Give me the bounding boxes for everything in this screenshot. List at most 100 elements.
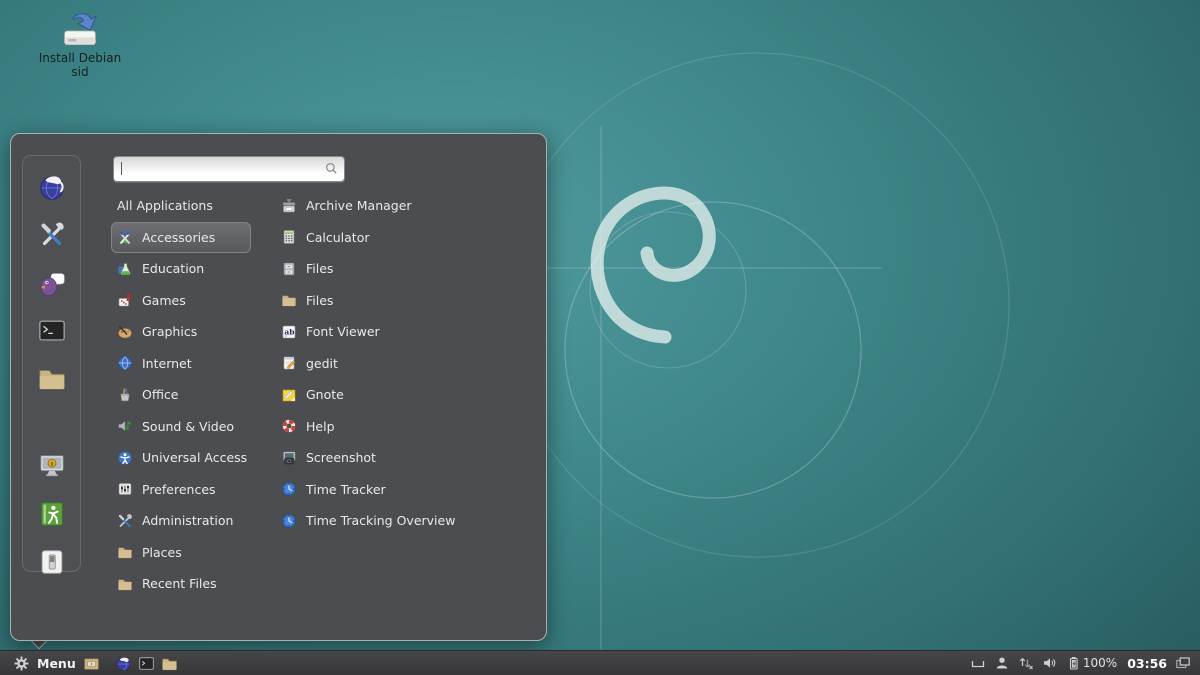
preferences-icon xyxy=(117,481,133,497)
battery-applet[interactable]: 100% xyxy=(1066,655,1117,671)
app-label: Calculator xyxy=(306,230,369,245)
golden-spiral-arc xyxy=(590,212,746,368)
category-label: Internet xyxy=(142,356,192,371)
window-list-icon[interactable] xyxy=(1175,655,1191,671)
app-label: Time Tracking Overview xyxy=(306,513,455,528)
category-internet[interactable]: Internet xyxy=(111,348,251,380)
desktop-shortcut-install[interactable]: Install Debian sid xyxy=(32,10,128,79)
app-label: Font Viewer xyxy=(306,324,380,339)
volume-icon[interactable] xyxy=(1042,655,1058,671)
category-label: Graphics xyxy=(142,324,197,339)
graphics-icon xyxy=(117,324,133,340)
desktop: Install Debian sid xyxy=(0,0,1200,675)
sidebar-lock-screen-button[interactable] xyxy=(37,451,67,481)
category-list: All Applications Accessories xyxy=(111,190,251,600)
category-graphics[interactable]: Graphics xyxy=(111,316,251,348)
accessories-icon xyxy=(117,229,133,245)
app-label: Files xyxy=(306,293,333,308)
menu-button-label: Menu xyxy=(37,656,76,671)
file-cabinet-icon xyxy=(281,261,297,277)
app-gnote[interactable]: Gnote xyxy=(275,379,536,411)
menu-columns: All Applications Accessories xyxy=(99,190,536,600)
screenshot-icon xyxy=(281,450,297,466)
battery-percent: 100% xyxy=(1083,656,1117,670)
panel-launchers xyxy=(114,651,180,675)
app-label: Help xyxy=(306,419,335,434)
folder-icon xyxy=(117,544,133,560)
app-menu: All Applications Accessories xyxy=(10,133,547,641)
search-icon xyxy=(324,161,339,176)
shut-down-icon xyxy=(37,547,67,577)
sidebar-tools-button[interactable] xyxy=(37,220,67,250)
shortcut-label: Install Debian sid xyxy=(32,51,128,79)
web-browser-icon xyxy=(37,172,67,202)
category-all-applications[interactable]: All Applications xyxy=(111,190,251,222)
panel-right: 100% 03:56 xyxy=(970,655,1200,671)
menu-main: All Applications Accessories xyxy=(99,148,536,632)
app-archive-manager[interactable]: Archive Manager xyxy=(275,190,536,222)
category-education[interactable]: Education xyxy=(111,253,251,285)
sidebar-browser-button[interactable] xyxy=(37,172,67,202)
sidebar-shutdown-button[interactable] xyxy=(37,547,67,577)
app-label: Gnote xyxy=(306,387,344,402)
category-recent-files[interactable]: Recent Files xyxy=(111,568,251,600)
tools-icon xyxy=(37,220,67,250)
app-files-1[interactable]: Files xyxy=(275,253,536,285)
app-screenshot[interactable]: Screenshot xyxy=(275,442,536,474)
category-label: Education xyxy=(142,261,204,276)
notification-tray-icon[interactable] xyxy=(970,655,986,671)
app-label: Screenshot xyxy=(306,450,376,465)
app-gedit[interactable]: gedit xyxy=(275,348,536,380)
internet-icon xyxy=(117,355,133,371)
sidebar-logout-button[interactable] xyxy=(37,499,67,529)
category-preferences[interactable]: Preferences xyxy=(111,474,251,506)
app-files-2[interactable]: Files xyxy=(275,285,536,317)
category-accessories[interactable]: Accessories xyxy=(111,222,251,254)
category-label: Games xyxy=(142,293,186,308)
search-input[interactable] xyxy=(120,159,314,179)
gedit-icon xyxy=(281,355,297,371)
launcher-files[interactable] xyxy=(160,651,180,675)
user-icon[interactable] xyxy=(994,655,1010,671)
gear-icon xyxy=(14,656,29,671)
clock-icon xyxy=(281,513,297,529)
folder-icon xyxy=(117,576,133,592)
app-calculator[interactable]: Calculator xyxy=(275,222,536,254)
terminal-icon xyxy=(37,316,67,346)
category-places[interactable]: Places xyxy=(111,537,251,569)
category-administration[interactable]: Administration xyxy=(111,505,251,537)
battery-icon xyxy=(1066,655,1082,671)
app-time-tracking-overview[interactable]: Time Tracking Overview xyxy=(275,505,536,537)
menu-button[interactable]: Menu xyxy=(8,651,82,675)
install-drive-icon xyxy=(58,10,102,50)
network-offline-icon[interactable] xyxy=(1018,655,1034,671)
app-help[interactable]: Help xyxy=(275,411,536,443)
sidebar-files-button[interactable] xyxy=(37,364,67,394)
category-sound-video[interactable]: Sound & Video xyxy=(111,411,251,443)
show-desktop-icon xyxy=(83,655,100,672)
category-universal-access[interactable]: Universal Access xyxy=(111,442,251,474)
gnote-icon xyxy=(281,387,297,403)
universal-access-icon xyxy=(117,450,133,466)
sound-video-icon xyxy=(117,418,133,434)
folder-icon xyxy=(281,292,297,308)
app-label: gedit xyxy=(306,356,338,371)
clock[interactable]: 03:56 xyxy=(1127,656,1167,671)
font-viewer-icon: ab c xyxy=(281,324,297,340)
category-office[interactable]: Office xyxy=(111,379,251,411)
app-font-viewer[interactable]: ab c Font Viewer xyxy=(275,316,536,348)
show-desktop-button[interactable] xyxy=(82,651,102,675)
clock-icon xyxy=(281,481,297,497)
terminal-icon xyxy=(138,655,155,672)
launcher-terminal[interactable] xyxy=(137,651,157,675)
folder-icon xyxy=(161,655,178,672)
sidebar-pidgin-button[interactable] xyxy=(37,268,67,298)
launcher-browser[interactable] xyxy=(114,651,134,675)
log-out-icon xyxy=(37,499,67,529)
sidebar-terminal-button[interactable] xyxy=(37,316,67,346)
text-caret xyxy=(121,162,122,175)
category-games[interactable]: Games xyxy=(111,285,251,317)
app-time-tracker[interactable]: Time Tracker xyxy=(275,474,536,506)
category-label: Universal Access xyxy=(142,450,247,465)
lock-screen-icon xyxy=(37,451,67,481)
